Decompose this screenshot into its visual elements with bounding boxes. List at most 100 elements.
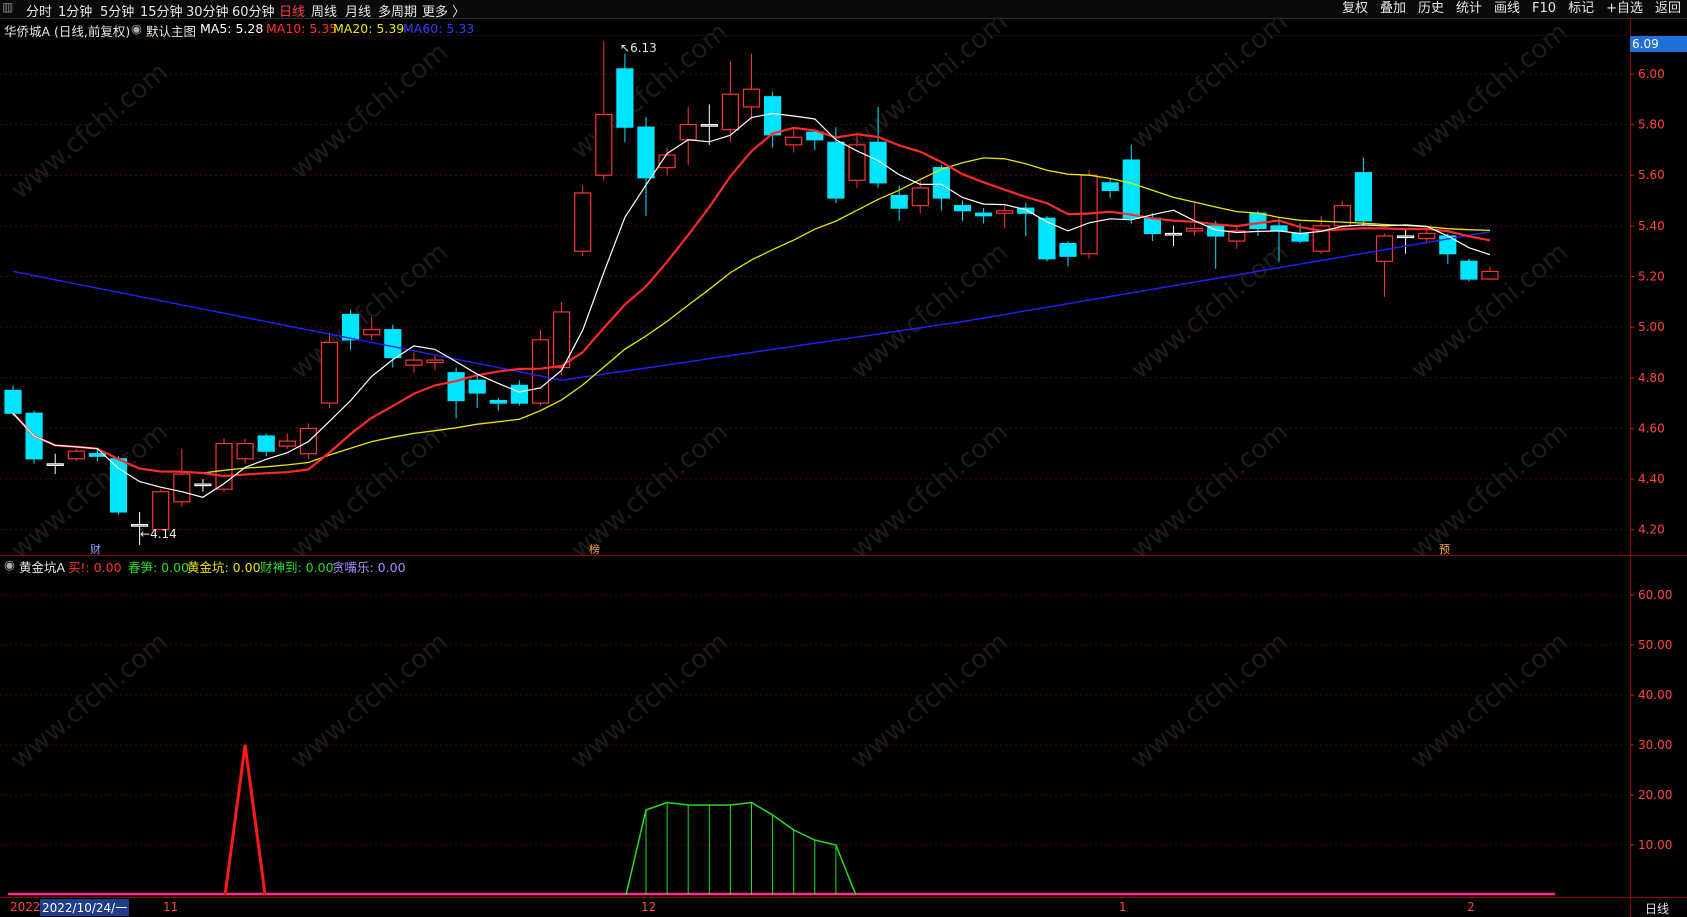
price-tick-label: 5.80 [1638, 118, 1665, 132]
crosshair-date: 2022/10/24/一 [40, 899, 130, 916]
candle-body [131, 524, 149, 527]
candle-body [869, 141, 887, 184]
watermark-text: www.cfchi.com [1405, 417, 1574, 565]
candle-body [721, 93, 740, 131]
candle-body [595, 113, 613, 176]
price-tick-label: 4.80 [1638, 371, 1665, 385]
watermark-text: www.cfchi.com [845, 627, 1014, 775]
candle-body [679, 124, 697, 141]
candle-body [405, 359, 423, 366]
sub-item-1: 春笋: 0.00 [128, 560, 190, 575]
candle-body [637, 126, 655, 179]
candle-body [1418, 232, 1436, 240]
candle-body [1270, 225, 1288, 232]
date-axis-year: 2022 [10, 900, 41, 914]
indicator-dropdown-icon[interactable]: ◉ [131, 21, 142, 36]
watermark-text: www.cfchi.com [845, 237, 1014, 385]
candle-body [1122, 159, 1140, 219]
candle-body [974, 212, 993, 217]
watermark-text: www.cfchi.com [285, 627, 454, 775]
candle-body [574, 192, 592, 252]
ma10-value: MA10: 5.35 [266, 21, 338, 36]
watermark-text: www.cfchi.com [565, 627, 734, 775]
indicator-name[interactable]: 默认主图 [146, 21, 196, 40]
watermark-text: www.cfchi.com [1405, 237, 1574, 385]
watermark-text: www.cfchi.com [285, 37, 454, 185]
candle-body [320, 341, 339, 404]
red-spike-line [223, 744, 267, 896]
sub-tick-label: 20.00 [1638, 788, 1672, 802]
watermark-text: www.cfchi.com [1405, 17, 1574, 165]
candle-body [468, 379, 486, 394]
sub-dropdown-icon[interactable]: ◉ [4, 557, 15, 572]
candle-body [342, 313, 360, 341]
candle-body [4, 389, 22, 414]
candle-body [890, 194, 908, 209]
sub-item-3: 财神到: 0.00 [260, 560, 334, 575]
candle-body [152, 491, 170, 531]
sub-tick-label: 10.00 [1638, 838, 1672, 852]
candle-body [278, 440, 296, 447]
ma5-value: MA5: 5.28 [200, 21, 264, 36]
candle-body [616, 68, 634, 128]
price-tick-label: 5.40 [1638, 219, 1665, 233]
date-mark-nov: 11 [163, 900, 179, 914]
event-cai-marker[interactable]: 财 [90, 541, 101, 557]
kline-chart[interactable]: www.cfchi.com www.cfchi.com www.cfchi.com w… [0, 0, 1687, 917]
candle-body [67, 450, 85, 460]
event-bang-marker[interactable]: 榜 [589, 541, 600, 557]
sub-item-4: 贪嘴乐: 0.00 [332, 560, 406, 575]
sub-tick-label: 60.00 [1638, 588, 1672, 602]
price-tick-label: 6.00 [1638, 67, 1665, 81]
grid-lines [0, 73, 1630, 846]
high-price-label: ↖6.13 [620, 41, 657, 55]
candle-body [236, 443, 254, 460]
candle-body [1291, 232, 1309, 242]
sub-tick-label: 50.00 [1638, 638, 1672, 652]
candle-body [1249, 212, 1267, 230]
candle-body [1059, 243, 1077, 257]
period-label[interactable]: 日线 [1645, 900, 1669, 917]
price-tick-label: 5.20 [1638, 270, 1665, 284]
candle-body [742, 88, 761, 108]
candle-body [1460, 260, 1478, 280]
sub-item-2: 黄金坑: 0.00 [187, 560, 261, 575]
candle-body [531, 339, 550, 404]
candle-body [109, 458, 128, 513]
event-yu-marker[interactable]: 预 [1439, 541, 1450, 557]
sub-tick-label: 40.00 [1638, 688, 1672, 702]
stock-title: 华侨城A (日线,前复权) [4, 24, 131, 39]
low-price-label: ←4.14 [140, 527, 177, 541]
candle-body [911, 187, 929, 207]
sub-tick-label: 30.00 [1638, 738, 1672, 752]
watermark-text: www.cfchi.com [1125, 417, 1294, 565]
candle-body [194, 483, 212, 487]
candle-body [1143, 217, 1162, 235]
watermark-text: www.cfchi.com [1125, 237, 1294, 385]
candle-body [257, 435, 275, 452]
sub-item-0: 买!: 0.00 [68, 560, 122, 575]
watermark-text: www.cfchi.com [1125, 627, 1294, 775]
price-tick-label: 4.40 [1638, 472, 1665, 486]
candle-body [848, 144, 866, 181]
sub-indicator-name[interactable]: 黄金坑A [19, 557, 65, 576]
ma20-value: MA20: 5.39 [333, 21, 405, 36]
watermark-text: www.cfchi.com [1405, 627, 1574, 775]
candle-body [996, 210, 1014, 214]
candle-body [1481, 270, 1499, 280]
candle-body [447, 372, 465, 402]
date-mark-feb: 2 [1467, 900, 1475, 914]
candle-body [173, 473, 191, 503]
candle-body [785, 136, 803, 146]
watermark-text: www.cfchi.com [845, 417, 1014, 565]
price-tick-label: 4.60 [1638, 421, 1665, 435]
current-price-tag: 6.09 [1630, 36, 1687, 52]
candle-body [763, 96, 782, 136]
watermark-text: www.cfchi.com [845, 7, 1014, 155]
watermark-text: www.cfchi.com [5, 627, 174, 775]
candle-body [426, 359, 444, 364]
ma60-value: MA60: 5.33 [403, 21, 475, 36]
candle-body [1396, 235, 1415, 239]
candle-body [953, 205, 972, 212]
price-tick-label: 5.60 [1638, 168, 1665, 182]
